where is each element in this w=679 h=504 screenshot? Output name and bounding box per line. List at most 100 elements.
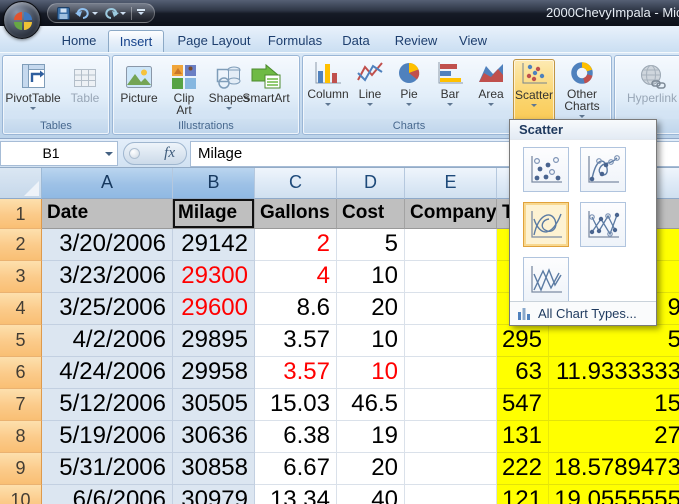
- column-header-d[interactable]: D: [337, 168, 405, 199]
- row-header-3[interactable]: 3: [0, 261, 42, 293]
- cell-D2[interactable]: 5: [337, 229, 405, 261]
- cell-F7[interactable]: 547: [497, 389, 549, 421]
- cell-C10[interactable]: 13.34: [255, 485, 337, 504]
- cell-G9[interactable]: 18.5789473: [549, 453, 679, 485]
- other-charts-button[interactable]: Other Charts: [557, 59, 607, 121]
- cell-C2[interactable]: 2: [255, 229, 337, 261]
- cell-D6[interactable]: 10: [337, 357, 405, 389]
- select-all-button[interactable]: [0, 168, 42, 199]
- name-box-dropdown-icon[interactable]: [105, 152, 113, 160]
- cell-E3[interactable]: [405, 261, 497, 293]
- tab-view[interactable]: View: [450, 30, 496, 52]
- row-header-8[interactable]: 8: [0, 421, 42, 453]
- row-header-2[interactable]: 2: [0, 229, 42, 261]
- cell-B9[interactable]: 30858: [173, 453, 255, 485]
- scatter-straight-lines-markers-icon[interactable]: [580, 202, 626, 247]
- cell-E4[interactable]: [405, 293, 497, 325]
- cell-A5[interactable]: 4/2/2006: [42, 325, 173, 357]
- tab-formulas[interactable]: Formulas: [262, 30, 328, 52]
- cell-E8[interactable]: [405, 421, 497, 453]
- cell-G5[interactable]: 5: [549, 325, 679, 357]
- tab-home[interactable]: Home: [52, 30, 106, 52]
- cell-A10[interactable]: 6/6/2006: [42, 485, 173, 504]
- cell-A3[interactable]: 3/23/2006: [42, 261, 173, 293]
- picture-button[interactable]: Picture: [117, 59, 161, 104]
- cell-B7[interactable]: 30505: [173, 389, 255, 421]
- cell-E10[interactable]: [405, 485, 497, 504]
- undo-button[interactable]: [75, 7, 98, 19]
- row-header-10[interactable]: 10: [0, 485, 42, 504]
- cell-B1[interactable]: Milage: [173, 199, 255, 229]
- cell-B4[interactable]: 29600: [173, 293, 255, 325]
- pie-chart-button[interactable]: Pie: [391, 59, 427, 109]
- tab-insert[interactable]: Insert: [108, 30, 164, 52]
- redo-dropdown-icon[interactable]: [120, 12, 126, 18]
- scatter-straight-lines-icon[interactable]: [523, 257, 569, 302]
- column-chart-button[interactable]: Column: [307, 59, 349, 109]
- cell-D7[interactable]: 46.5: [337, 389, 405, 421]
- cell-A6[interactable]: 4/24/2006: [42, 357, 173, 389]
- cell-F6[interactable]: 63: [497, 357, 549, 389]
- cell-B5[interactable]: 29895: [173, 325, 255, 357]
- cell-D5[interactable]: 10: [337, 325, 405, 357]
- row-header-6[interactable]: 6: [0, 357, 42, 389]
- cell-E2[interactable]: [405, 229, 497, 261]
- column-header-a[interactable]: A: [42, 168, 173, 199]
- save-button[interactable]: [57, 6, 70, 20]
- scatter-markers-only-icon[interactable]: [523, 147, 569, 192]
- cell-F10[interactable]: 121: [497, 485, 549, 504]
- cell-C5[interactable]: 3.57: [255, 325, 337, 357]
- cell-C1[interactable]: Gallons: [255, 199, 337, 229]
- cell-G10[interactable]: 19.0555555: [549, 485, 679, 504]
- smartart-button[interactable]: SmartArt: [235, 59, 297, 104]
- cell-B10[interactable]: 30979: [173, 485, 255, 504]
- scatter-smooth-lines-icon[interactable]: [523, 202, 569, 247]
- name-box[interactable]: B1: [0, 141, 118, 166]
- redo-button[interactable]: [103, 7, 126, 19]
- tab-review[interactable]: Review: [388, 30, 444, 52]
- cell-D1[interactable]: Cost: [337, 199, 405, 229]
- cell-E5[interactable]: [405, 325, 497, 357]
- cell-C6[interactable]: 3.57: [255, 357, 337, 389]
- tab-page-layout[interactable]: Page Layout: [170, 30, 258, 52]
- cell-C7[interactable]: 15.03: [255, 389, 337, 421]
- row-header-7[interactable]: 7: [0, 389, 42, 421]
- cell-E1[interactable]: Company: [405, 199, 497, 229]
- line-chart-button[interactable]: Line: [351, 59, 389, 109]
- column-header-e[interactable]: E: [405, 168, 497, 199]
- cell-G8[interactable]: 27: [549, 421, 679, 453]
- insert-function-button[interactable]: fx: [123, 142, 187, 165]
- customize-quick-access-button[interactable]: [137, 8, 145, 18]
- cell-A9[interactable]: 5/31/2006: [42, 453, 173, 485]
- row-header-5[interactable]: 5: [0, 325, 42, 357]
- cell-C3[interactable]: 4: [255, 261, 337, 293]
- cell-A1[interactable]: Date: [42, 199, 173, 229]
- cell-E6[interactable]: [405, 357, 497, 389]
- cell-C9[interactable]: 6.67: [255, 453, 337, 485]
- cell-A8[interactable]: 5/19/2006: [42, 421, 173, 453]
- clip-art-button[interactable]: Clip Art: [165, 59, 203, 116]
- cell-D4[interactable]: 20: [337, 293, 405, 325]
- cell-A7[interactable]: 5/12/2006: [42, 389, 173, 421]
- cell-B3[interactable]: 29300: [173, 261, 255, 293]
- cell-D8[interactable]: 19: [337, 421, 405, 453]
- cell-A2[interactable]: 3/20/2006: [42, 229, 173, 261]
- cell-G7[interactable]: 15: [549, 389, 679, 421]
- cell-D10[interactable]: 40: [337, 485, 405, 504]
- cell-E9[interactable]: [405, 453, 497, 485]
- cell-D9[interactable]: 20: [337, 453, 405, 485]
- all-chart-types-item[interactable]: All Chart Types...: [510, 301, 656, 325]
- pivottable-button[interactable]: PivotTable: [5, 59, 61, 113]
- cell-B6[interactable]: 29958: [173, 357, 255, 389]
- cell-G6[interactable]: 11.9333333: [549, 357, 679, 389]
- cell-D3[interactable]: 10: [337, 261, 405, 293]
- cell-A4[interactable]: 3/25/2006: [42, 293, 173, 325]
- area-chart-button[interactable]: Area: [471, 59, 511, 109]
- bar-chart-button[interactable]: Bar: [431, 59, 469, 109]
- row-header-1[interactable]: 1: [0, 199, 42, 229]
- column-header-c[interactable]: C: [255, 168, 337, 199]
- cell-C4[interactable]: 8.6: [255, 293, 337, 325]
- row-header-4[interactable]: 4: [0, 293, 42, 325]
- row-header-9[interactable]: 9: [0, 453, 42, 485]
- undo-dropdown-icon[interactable]: [92, 12, 98, 18]
